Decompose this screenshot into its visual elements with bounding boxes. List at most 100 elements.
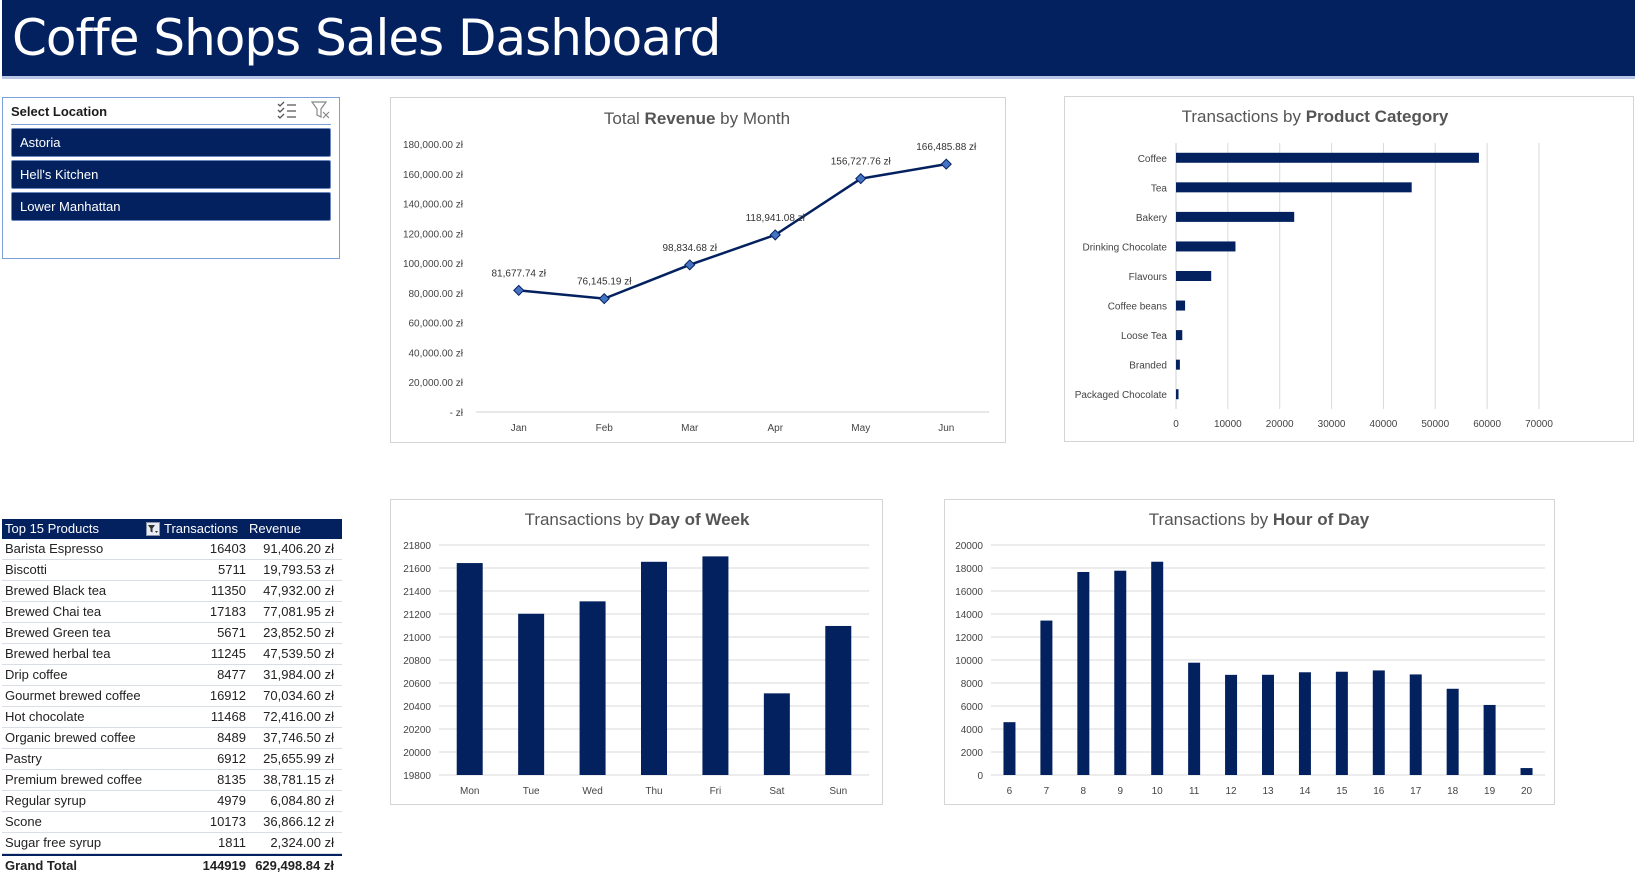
y-tick-label: 19800 (403, 771, 431, 782)
table-row: Hot chocolate 11468 72,416.00 zł (2, 707, 342, 728)
x-tick-label: 70000 (1525, 419, 1553, 430)
bar (1262, 674, 1274, 775)
bar (1520, 768, 1533, 775)
y-tick-label: 21400 (403, 587, 431, 598)
x-tick-label: 0 (1173, 419, 1179, 430)
table-header: Top 15 Products Transactions Revenue (2, 519, 342, 539)
bar (1372, 670, 1385, 775)
cell-transactions: 8477 (217, 667, 246, 682)
cell-transactions: 5671 (217, 625, 246, 640)
y-tick-label: 2000 (961, 748, 984, 759)
table-row: Sugar free syrup 1811 2,324.00 zł (2, 833, 342, 854)
cell-revenue: 72,416.00 zł (263, 709, 334, 724)
y-tick-label: 40,000.00 zł (409, 348, 464, 359)
cell-revenue: 36,866.12 zł (263, 814, 334, 829)
cell-product: Gourmet brewed coffee (5, 688, 141, 703)
cell-product: Brewed Green tea (5, 625, 111, 640)
filter-dropdown-icon[interactable] (146, 522, 160, 536)
multi-select-icon[interactable] (277, 101, 297, 119)
data-label: 81,677.74 zł (492, 268, 547, 279)
table-row: Brewed Black tea 11350 47,932.00 zł (2, 581, 342, 602)
dashboard-title: Coffe Shops Sales Dashboard (12, 9, 721, 67)
grand-total-row: Grand Total 144919 629,498.84 zł (2, 854, 342, 876)
slicer-item-hells-kitchen[interactable]: Hell's Kitchen (11, 160, 331, 189)
header-transactions: Transactions (164, 521, 238, 536)
slicer-header: Select Location (11, 101, 331, 125)
x-tick-label: 15 (1336, 786, 1348, 797)
y-category-label: Loose Tea (1121, 331, 1167, 342)
grand-total-transactions: 144919 (202, 858, 246, 873)
cell-transactions: 10173 (209, 814, 246, 829)
y-tick-label: 20200 (403, 725, 431, 736)
cell-revenue: 38,781.15 zł (263, 772, 334, 787)
x-tick-label: 7 (1044, 786, 1050, 797)
y-category-label: Coffee beans (1108, 302, 1167, 313)
x-tick-label: 10000 (1214, 419, 1242, 430)
table-row: Scone 10173 36,866.12 zł (2, 812, 342, 833)
y-tick-label: 14000 (955, 610, 983, 621)
cell-revenue: 2,324.00 zł (270, 835, 334, 850)
y-tick-label: 21200 (403, 610, 431, 621)
bar (1446, 688, 1459, 775)
x-tick-label: 6 (1007, 786, 1013, 797)
category-bar (1176, 211, 1295, 222)
table-row: Organic brewed coffee 8489 37,746.50 zł (2, 728, 342, 749)
category-bar (1176, 300, 1186, 311)
table-row: Brewed Chai tea 17183 77,081.95 zł (2, 602, 342, 623)
y-tick-label: 80,000.00 zł (409, 289, 464, 300)
category-bar (1176, 271, 1212, 281)
data-label: 98,834.68 zł (663, 243, 718, 254)
cell-revenue: 25,655.99 zł (263, 751, 334, 766)
table-row: Drip coffee 8477 31,984.00 zł (2, 665, 342, 686)
revenue-by-month-chart: Total Revenue by Month - zł 20,000.00 zł 40… (390, 97, 1006, 443)
cell-product: Drip coffee (5, 667, 68, 682)
data-label: 118,941.08 zł (746, 213, 806, 224)
x-tick-label: 19 (1484, 786, 1496, 797)
data-point (940, 158, 952, 170)
transactions-by-category-chart: Transactions by Product Category 0 10000 20… (1064, 96, 1634, 442)
cell-transactions: 8135 (217, 772, 246, 787)
data-label: 156,727.76 zł (831, 157, 892, 168)
chart-title: Transactions by Hour of Day (1149, 510, 1370, 529)
clear-filter-icon[interactable] (311, 101, 331, 119)
cell-revenue: 70,034.60 zł (263, 688, 334, 703)
cell-product: Biscotti (5, 562, 47, 577)
y-tick-label: 20800 (403, 656, 431, 667)
category-bar (1176, 359, 1180, 370)
bar (825, 625, 852, 775)
bar (1483, 704, 1496, 775)
table-row: Brewed Green tea 5671 23,852.50 zł (2, 623, 342, 644)
cell-product: Brewed Chai tea (5, 604, 102, 619)
cell-transactions: 16403 (209, 541, 246, 556)
bar (579, 601, 606, 775)
x-tick-label: 16 (1373, 786, 1385, 797)
bar (1003, 722, 1016, 775)
y-tick-label: 16000 (955, 587, 983, 598)
grand-total-revenue: 629,498.84 zł (255, 858, 334, 873)
bar (763, 693, 790, 775)
bar (702, 556, 729, 775)
x-tick-label: 13 (1262, 786, 1274, 797)
x-tick-label: Apr (767, 423, 783, 434)
slicer-item-astoria[interactable]: Astoria (11, 128, 331, 157)
chart-svg: Transactions by Hour of Day 0 2000 4000 6000… (955, 510, 1545, 797)
y-tick-label: 8000 (961, 679, 984, 690)
cell-transactions: 8489 (217, 730, 246, 745)
x-tick-label: 50000 (1421, 419, 1449, 430)
table-row: Regular syrup 4979 6,084.80 zł (2, 791, 342, 812)
cell-product: Barista Espresso (5, 541, 104, 556)
table-row: Biscotti 5711 19,793.53 zł (2, 560, 342, 581)
slicer-item-lower-manhattan[interactable]: Lower Manhattan (11, 192, 331, 221)
cell-product: Brewed Black tea (5, 583, 107, 598)
x-tick-label: Mar (681, 423, 699, 434)
y-tick-label: 20,000.00 zł (409, 378, 464, 389)
category-bar (1176, 330, 1183, 341)
category-bar (1176, 241, 1236, 252)
cell-revenue: 6,084.80 zł (270, 793, 334, 808)
grand-total-label: Grand Total (5, 858, 77, 873)
bar (1077, 571, 1090, 775)
x-tick-label: Fri (710, 786, 722, 797)
y-category-label: Packaged Chocolate (1075, 390, 1168, 401)
y-category-label: Tea (1151, 183, 1168, 194)
y-tick-label: 0 (977, 771, 983, 782)
